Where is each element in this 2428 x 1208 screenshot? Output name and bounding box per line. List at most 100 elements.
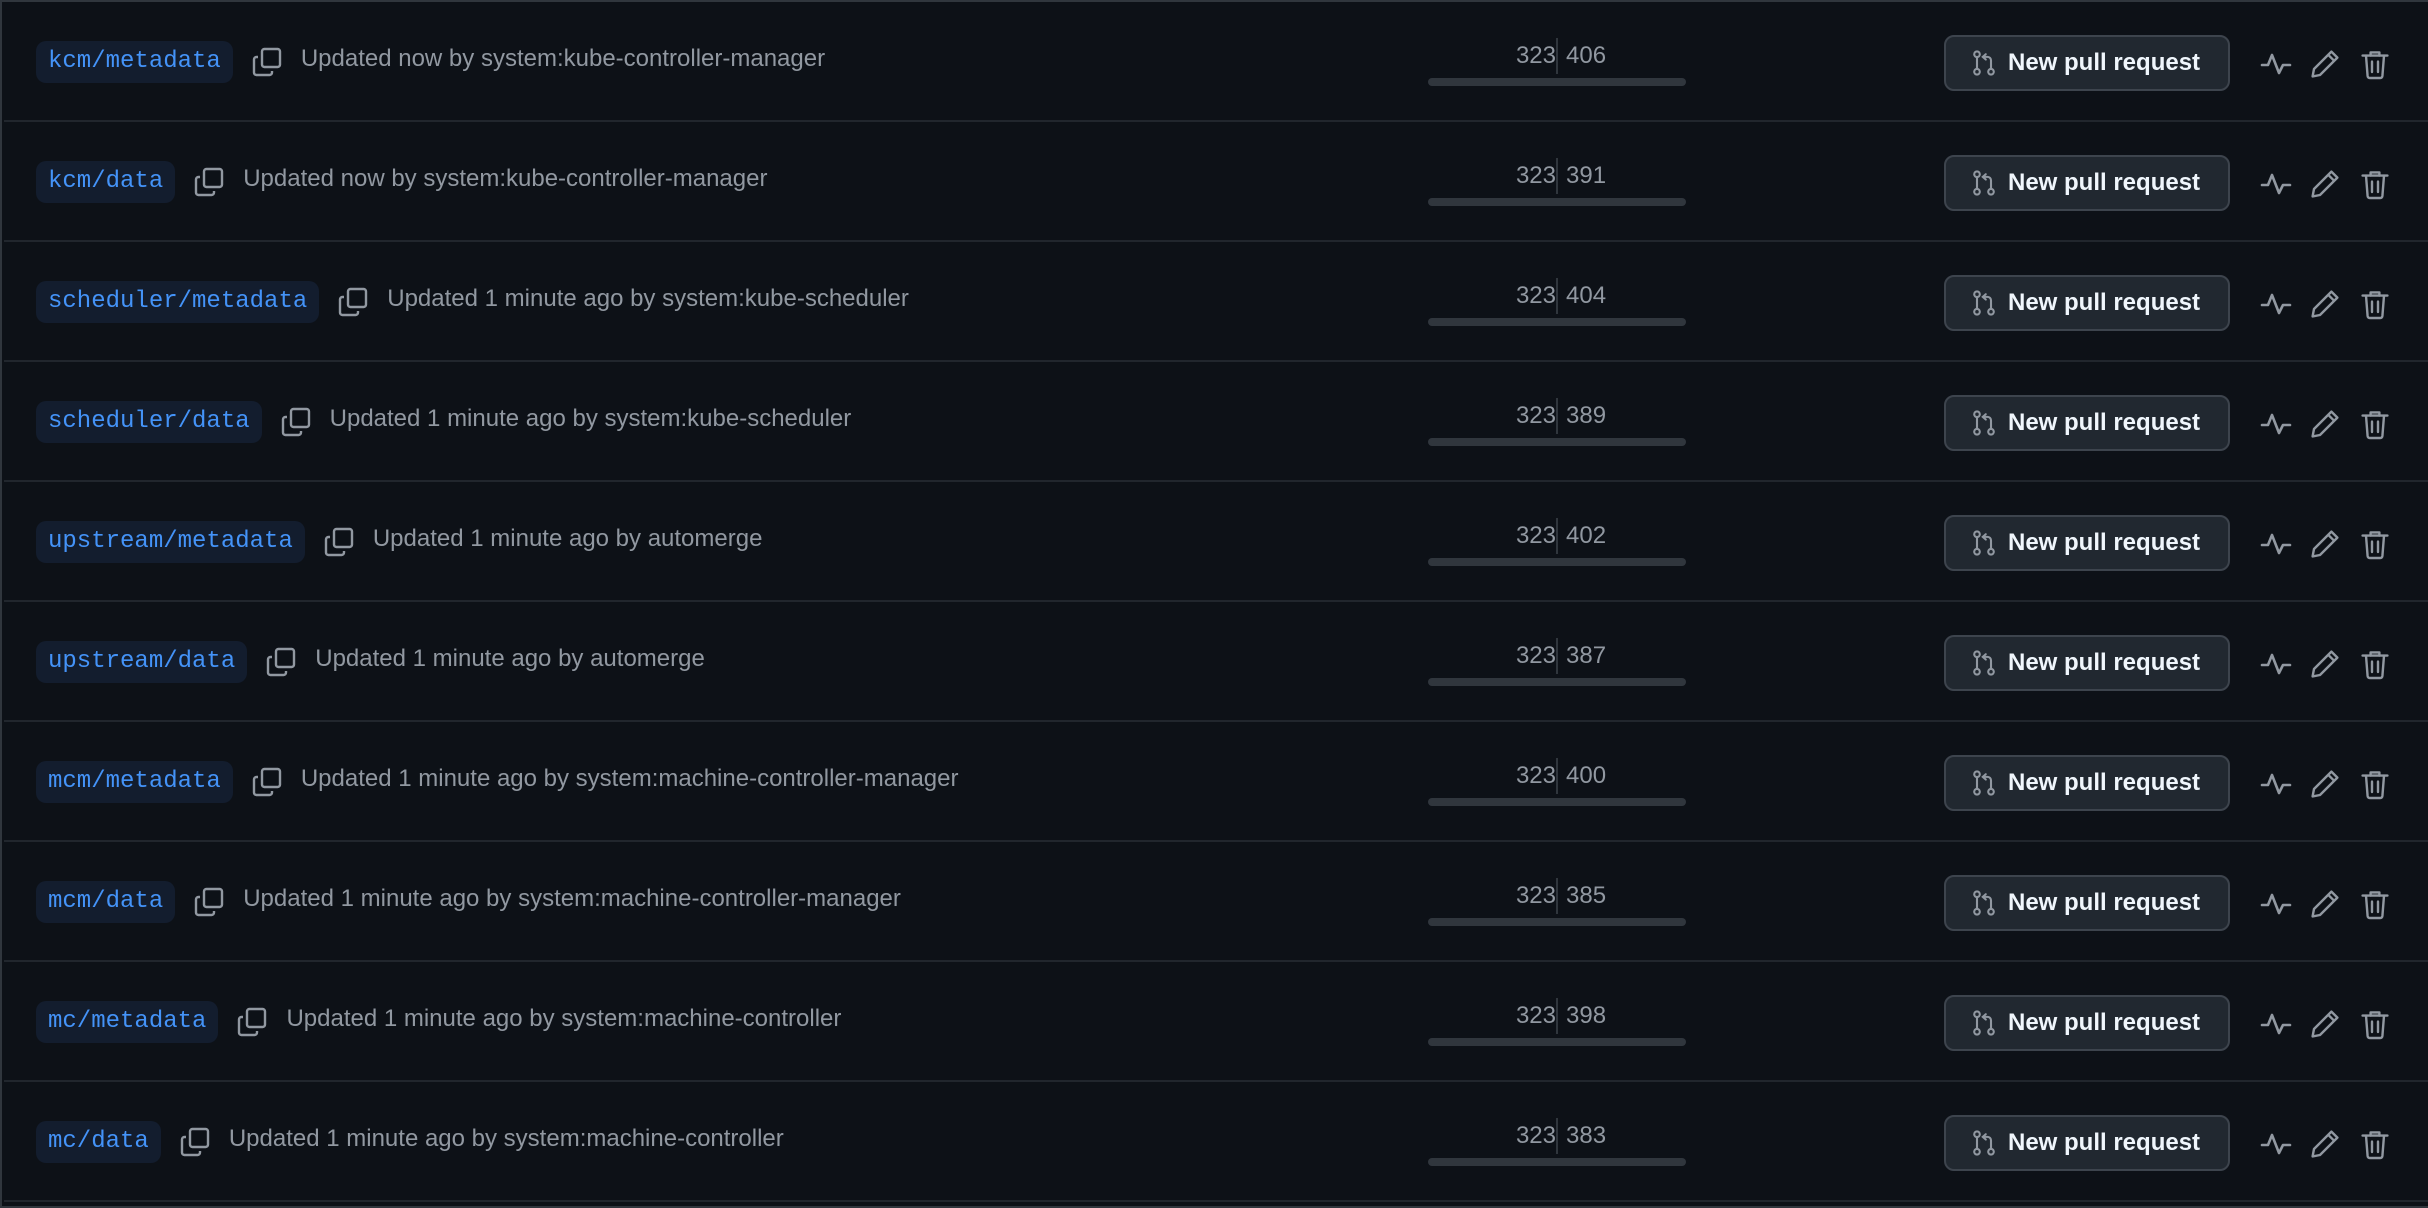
updated-info: Updated 1 minute ago by system:machine-c… xyxy=(243,885,901,912)
branch-row: mc/metadata Updated 1 minute ago by syst… xyxy=(4,962,2428,1082)
pencil-icon[interactable] xyxy=(2307,886,2343,922)
pulse-icon[interactable] xyxy=(2258,166,2294,202)
git-pull-request-icon xyxy=(1973,50,1995,76)
ahead-behind-indicator[interactable]: 323 402 xyxy=(1428,518,1686,568)
pulse-icon[interactable] xyxy=(2258,646,2294,682)
copy-icon[interactable] xyxy=(177,1124,213,1160)
git-pull-request-icon xyxy=(1973,170,1995,196)
new-pull-request-button[interactable]: New pull request xyxy=(1944,1115,2230,1171)
branch-info: mc/metadata Updated 1 minute ago by syst… xyxy=(36,962,841,1082)
pulse-icon[interactable] xyxy=(2258,286,2294,322)
behind-count: 323 xyxy=(1515,642,1556,669)
copy-icon[interactable] xyxy=(249,44,285,80)
pencil-icon[interactable] xyxy=(2307,1126,2343,1162)
ahead-behind-indicator[interactable]: 323 406 xyxy=(1428,38,1686,88)
trash-icon[interactable] xyxy=(2357,286,2393,322)
new-pull-request-button[interactable]: New pull request xyxy=(1944,995,2230,1051)
pencil-icon[interactable] xyxy=(2307,46,2343,82)
pulse-icon[interactable] xyxy=(2258,886,2294,922)
branch-name-link[interactable]: upstream/data xyxy=(36,641,248,683)
pulse-icon[interactable] xyxy=(2258,1006,2294,1042)
pencil-icon[interactable] xyxy=(2307,1006,2343,1042)
new-pull-request-label: New pull request xyxy=(2008,169,2201,196)
copy-icon[interactable] xyxy=(191,884,227,920)
ahead-behind-indicator[interactable]: 323 404 xyxy=(1428,278,1686,328)
pulse-icon[interactable] xyxy=(2258,526,2294,562)
copy-icon[interactable] xyxy=(278,404,314,440)
trash-icon[interactable] xyxy=(2357,1126,2393,1162)
new-pull-request-label: New pull request xyxy=(2008,1009,2201,1036)
branch-name-link[interactable]: kcm/data xyxy=(36,161,176,203)
branch-row: mcm/metadata Updated 1 minute ago by sys… xyxy=(4,722,2428,842)
pulse-icon[interactable] xyxy=(2258,1126,2294,1162)
trash-icon[interactable] xyxy=(2357,1006,2393,1042)
trash-icon[interactable] xyxy=(2357,406,2393,442)
ahead-behind-divider xyxy=(1556,878,1558,914)
branch-name-link[interactable]: kcm/metadata xyxy=(36,41,233,83)
branch-name-link[interactable]: mc/metadata xyxy=(36,1001,219,1043)
git-pull-request-icon xyxy=(1973,770,1995,796)
pencil-icon[interactable] xyxy=(2307,166,2343,202)
new-pull-request-button[interactable]: New pull request xyxy=(1944,35,2230,91)
pulse-icon[interactable] xyxy=(2258,766,2294,802)
pencil-icon[interactable] xyxy=(2307,766,2343,802)
updated-info: Updated 1 minute ago by system:kube-sche… xyxy=(387,285,909,312)
new-pull-request-button[interactable]: New pull request xyxy=(1944,875,2230,931)
copy-icon[interactable] xyxy=(191,164,227,200)
new-pull-request-label: New pull request xyxy=(2008,289,2201,316)
ahead-behind-indicator[interactable]: 323 398 xyxy=(1428,998,1686,1048)
git-pull-request-icon xyxy=(1973,290,1995,316)
trash-icon[interactable] xyxy=(2357,526,2393,562)
branch-info: scheduler/data Updated 1 minute ago by s… xyxy=(36,362,851,482)
trash-icon[interactable] xyxy=(2357,886,2393,922)
behind-count: 323 xyxy=(1515,522,1556,549)
ahead-behind-divider xyxy=(1556,758,1558,794)
ahead-behind-bar xyxy=(1428,798,1686,806)
ahead-behind-indicator[interactable]: 323 383 xyxy=(1428,1118,1686,1168)
ahead-behind-divider xyxy=(1556,638,1558,674)
new-pull-request-button[interactable]: New pull request xyxy=(1944,635,2230,691)
copy-icon[interactable] xyxy=(335,284,371,320)
behind-count: 323 xyxy=(1515,162,1556,189)
ahead-behind-bar xyxy=(1428,918,1686,926)
trash-icon[interactable] xyxy=(2357,46,2393,82)
copy-icon[interactable] xyxy=(263,644,299,680)
pencil-icon[interactable] xyxy=(2307,406,2343,442)
ahead-behind-bar xyxy=(1428,318,1686,326)
branch-name-link[interactable]: mcm/data xyxy=(36,881,176,923)
trash-icon[interactable] xyxy=(2357,646,2393,682)
pencil-icon[interactable] xyxy=(2307,646,2343,682)
ahead-behind-indicator[interactable]: 323 391 xyxy=(1428,158,1686,208)
pulse-icon[interactable] xyxy=(2258,46,2294,82)
new-pull-request-button[interactable]: New pull request xyxy=(1944,515,2230,571)
branch-name-link[interactable]: upstream/metadata xyxy=(36,521,305,563)
branch-info: upstream/data Updated 1 minute ago by au… xyxy=(36,602,705,722)
pencil-icon[interactable] xyxy=(2307,286,2343,322)
new-pull-request-label: New pull request xyxy=(2008,409,2201,436)
new-pull-request-button[interactable]: New pull request xyxy=(1944,275,2230,331)
branch-row: mcm/data Updated 1 minute ago by system:… xyxy=(4,842,2428,962)
branch-name-link[interactable]: mc/data xyxy=(36,1121,161,1163)
new-pull-request-button[interactable]: New pull request xyxy=(1944,155,2230,211)
trash-icon[interactable] xyxy=(2357,766,2393,802)
ahead-behind-bar xyxy=(1428,438,1686,446)
pencil-icon[interactable] xyxy=(2307,526,2343,562)
ahead-count: 398 xyxy=(1566,1002,1607,1029)
copy-icon[interactable] xyxy=(234,1004,270,1040)
ahead-behind-indicator[interactable]: 323 387 xyxy=(1428,638,1686,688)
behind-count: 323 xyxy=(1515,1002,1556,1029)
trash-icon[interactable] xyxy=(2357,166,2393,202)
ahead-behind-indicator[interactable]: 323 400 xyxy=(1428,758,1686,808)
behind-count: 323 xyxy=(1515,1122,1556,1149)
copy-icon[interactable] xyxy=(321,524,357,560)
branch-name-link[interactable]: scheduler/metadata xyxy=(36,281,320,323)
copy-icon[interactable] xyxy=(249,764,285,800)
ahead-behind-indicator[interactable]: 323 389 xyxy=(1428,398,1686,448)
ahead-behind-indicator[interactable]: 323 385 xyxy=(1428,878,1686,928)
new-pull-request-button[interactable]: New pull request xyxy=(1944,395,2230,451)
branch-name-link[interactable]: mcm/metadata xyxy=(36,761,233,803)
new-pull-request-button[interactable]: New pull request xyxy=(1944,755,2230,811)
ahead-behind-divider xyxy=(1556,38,1558,74)
pulse-icon[interactable] xyxy=(2258,406,2294,442)
branch-name-link[interactable]: scheduler/data xyxy=(36,401,262,443)
